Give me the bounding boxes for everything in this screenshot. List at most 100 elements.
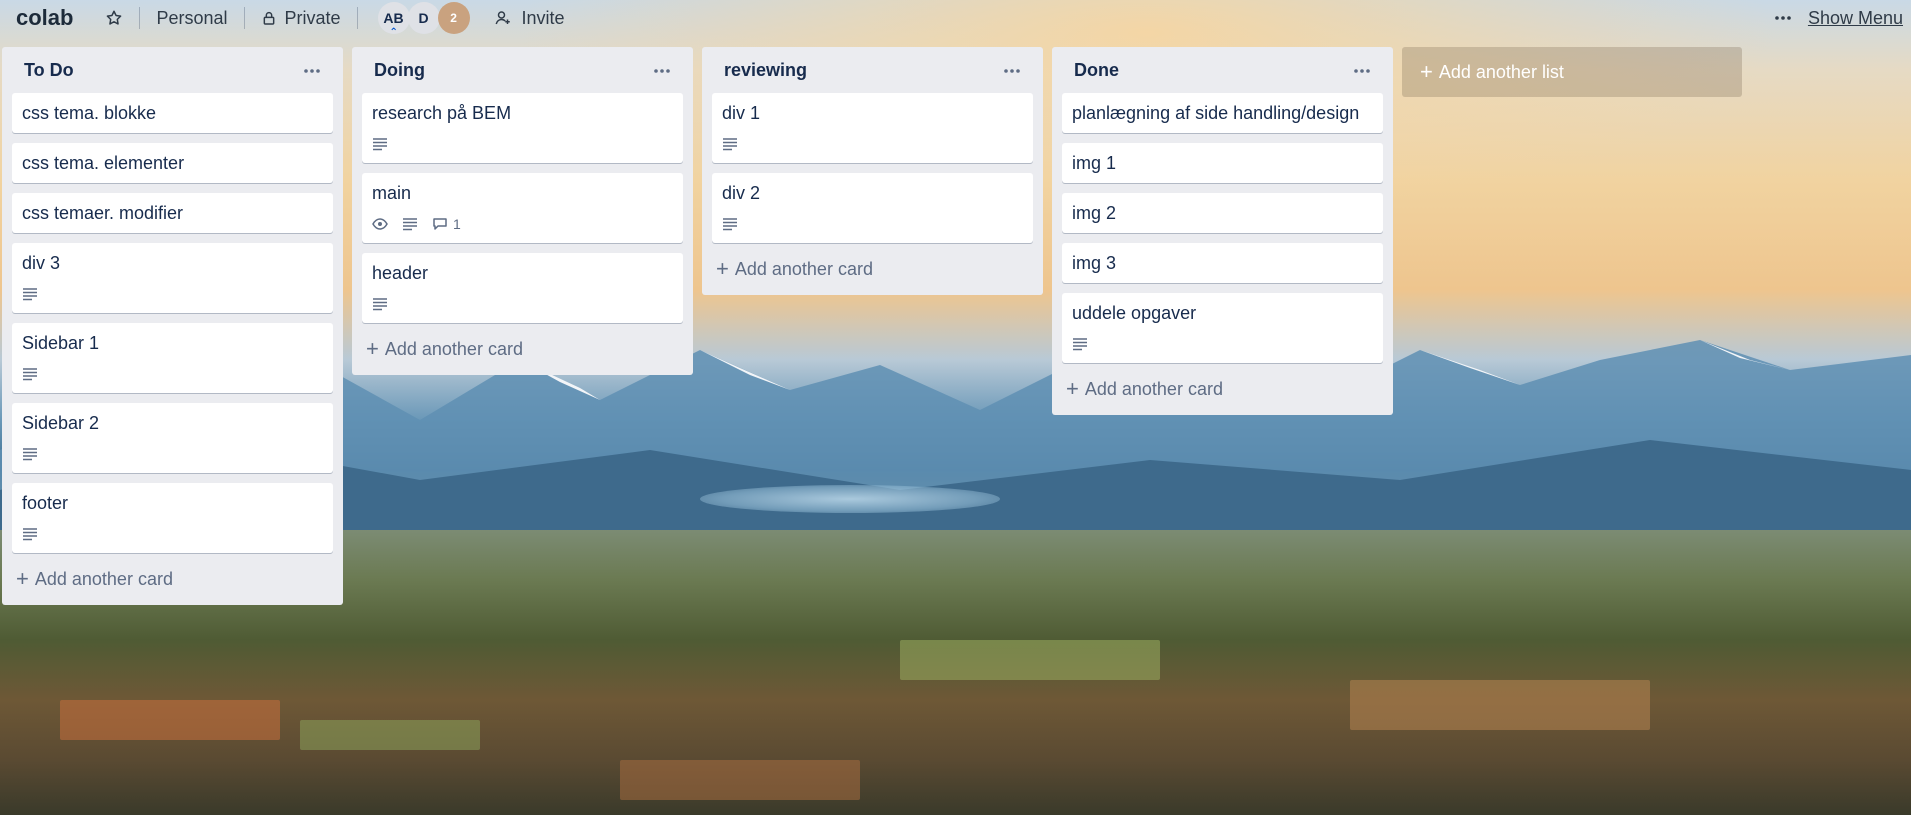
avatar-initials: AB [383, 10, 404, 26]
card-title: img 3 [1072, 253, 1117, 273]
add-list-label: Add another list [1438, 61, 1564, 82]
card[interactable]: img 2 [1062, 193, 1383, 233]
description-lines-icon [372, 297, 388, 311]
list-doing: Doing research på BEM main 1 header + Ad… [352, 47, 693, 375]
card[interactable]: div 2 [712, 173, 1033, 243]
field [1350, 680, 1650, 730]
avatar[interactable]: AB ⌃ [377, 2, 410, 38]
card[interactable]: div 1 [712, 93, 1033, 163]
card-badges [722, 131, 1023, 157]
header-divider [356, 7, 358, 29]
card-badges [22, 361, 323, 387]
plus-icon: + [16, 566, 29, 591]
show-menu-button[interactable]: Show Menu [1808, 8, 1903, 29]
member-avatars: AB ⌃ D 2 [377, 2, 470, 38]
add-card-button[interactable]: + Add another card [12, 561, 333, 597]
plus-icon: + [716, 256, 729, 281]
invite-label: Invite [521, 7, 565, 28]
lock-icon [261, 10, 277, 26]
card-title: footer [22, 493, 69, 513]
card[interactable]: img 1 [1062, 143, 1383, 183]
ellipsis-icon[interactable] [1768, 2, 1798, 34]
add-card-label: Add another card [384, 338, 523, 359]
list-title[interactable]: Done [1074, 60, 1119, 81]
comment-bubble-icon [432, 217, 448, 231]
card-title: header [372, 263, 429, 283]
card-title: css temaer. modifier [22, 203, 184, 223]
add-list-button[interactable]: + Add another list [1402, 47, 1742, 97]
list-header: Done [1062, 47, 1383, 93]
card-badges [22, 521, 323, 547]
card-title: img 1 [1072, 153, 1117, 173]
card-title: Sidebar 2 [22, 413, 100, 433]
description-lines-icon [372, 137, 388, 151]
avatar[interactable]: D [407, 2, 440, 34]
card[interactable]: research på BEM [362, 93, 683, 163]
ellipsis-icon[interactable] [653, 61, 671, 79]
ellipsis-icon[interactable] [1003, 61, 1021, 79]
plus-icon: + [366, 336, 379, 361]
plus-icon: + [1066, 376, 1079, 401]
star-icon[interactable] [99, 2, 129, 34]
invite-button[interactable]: Invite [488, 2, 571, 34]
description-lines-icon [722, 137, 738, 151]
card[interactable]: planlægning af side handling/design [1062, 93, 1383, 133]
list-header: To Do [12, 47, 333, 93]
card-title: Sidebar 1 [22, 333, 100, 353]
card[interactable]: css tema. elementer [12, 143, 333, 183]
list-title[interactable]: To Do [24, 60, 74, 81]
card[interactable]: main 1 [362, 173, 683, 243]
field [620, 760, 860, 800]
description-lines-icon [22, 287, 38, 301]
board-header: colab Personal Private AB ⌃ D 2 Invite S… [0, 0, 1911, 38]
card[interactable]: css tema. blokke [12, 93, 333, 133]
description-lines-icon [1072, 337, 1088, 351]
card[interactable]: uddele opgaver [1062, 293, 1383, 363]
ellipsis-icon[interactable] [303, 61, 321, 79]
privacy-button[interactable]: Private [255, 2, 347, 34]
comments-badge: 1 [432, 216, 461, 232]
team-visibility-button[interactable]: Personal [150, 2, 233, 34]
list-title[interactable]: reviewing [724, 60, 807, 81]
field [900, 640, 1160, 680]
add-card-button[interactable]: + Add another card [1062, 371, 1383, 407]
card[interactable]: header [362, 253, 683, 323]
list-todo: To Do css tema. blokke css tema. element… [2, 47, 343, 605]
card[interactable]: Sidebar 1 [12, 323, 333, 393]
add-card-button[interactable]: + Add another card [362, 331, 683, 367]
card[interactable]: div 3 [12, 243, 333, 313]
plus-icon: + [1420, 59, 1433, 84]
card[interactable]: css temaer. modifier [12, 193, 333, 233]
ellipsis-icon[interactable] [1353, 61, 1371, 79]
card-title: planlægning af side handling/design [1072, 103, 1360, 123]
card-title: div 1 [722, 103, 761, 123]
card-badges [22, 441, 323, 467]
card-badges [722, 211, 1023, 237]
admin-chevron-icon: ⌃ [389, 27, 398, 38]
more-members-badge[interactable]: 2 [437, 2, 470, 34]
invite-user-icon [494, 9, 512, 27]
list-title[interactable]: Doing [374, 60, 425, 81]
card[interactable]: footer [12, 483, 333, 553]
board-title[interactable]: colab [16, 5, 73, 31]
card-title: img 2 [1072, 203, 1117, 223]
card-badges: 1 [372, 211, 673, 237]
avatar-initials: D [418, 10, 429, 26]
header-divider [139, 7, 141, 29]
field [300, 720, 480, 750]
privacy-label: Private [284, 7, 341, 28]
field [60, 700, 280, 740]
card-title: research på BEM [372, 103, 512, 123]
card-title: main [372, 183, 412, 203]
add-card-button[interactable]: + Add another card [712, 251, 1033, 287]
list-header: Doing [362, 47, 683, 93]
description-lines-icon [722, 217, 738, 231]
card-title: div 2 [722, 183, 761, 203]
description-lines-icon [22, 527, 38, 541]
card[interactable]: Sidebar 2 [12, 403, 333, 473]
card[interactable]: img 3 [1062, 243, 1383, 283]
card-title: css tema. elementer [22, 153, 185, 173]
description-lines-icon [22, 447, 38, 461]
header-divider [243, 7, 245, 29]
list-reviewing: reviewing div 1 div 2 + Add another card [702, 47, 1043, 295]
